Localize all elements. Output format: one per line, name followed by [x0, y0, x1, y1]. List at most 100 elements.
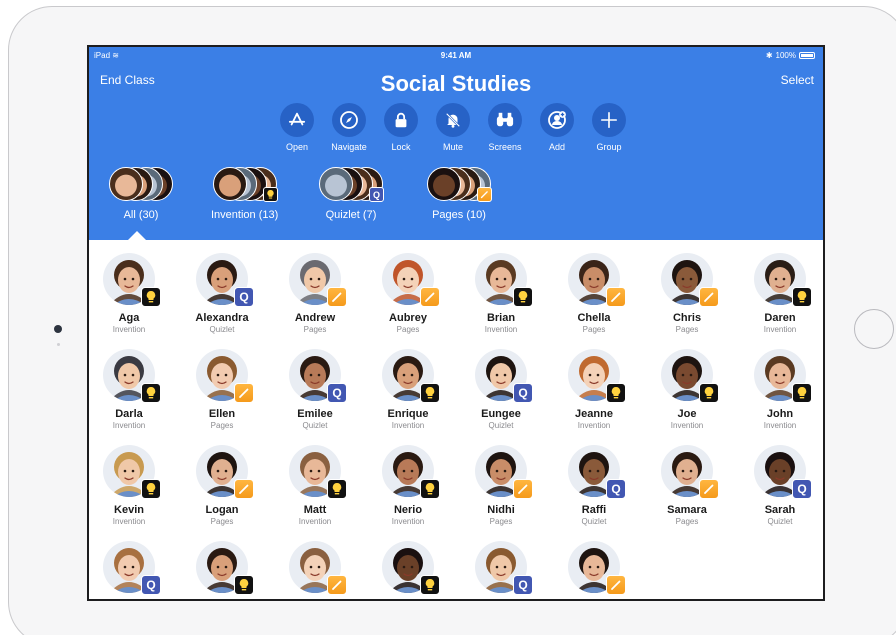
student-photo: [568, 349, 626, 403]
student-card[interactable]: [182, 541, 262, 595]
student-name: Darla: [115, 408, 143, 420]
class-title: Social Studies: [380, 71, 532, 96]
select-button[interactable]: Select: [781, 73, 814, 87]
mute-action-button[interactable]: Mute: [436, 103, 470, 152]
lock-action-button[interactable]: Lock: [384, 103, 418, 152]
student-aubrey[interactable]: Aubrey Pages: [368, 253, 448, 334]
student-app: Invention: [298, 517, 332, 526]
navigate-action-button[interactable]: Navigate: [331, 103, 367, 152]
student-photo: [103, 445, 161, 499]
student-name: Daren: [764, 312, 796, 324]
screens-action-button[interactable]: Screens: [488, 103, 522, 152]
student-matt[interactable]: Matt Invention: [275, 445, 355, 526]
student-aga[interactable]: Aga Invention: [89, 253, 169, 334]
student-john[interactable]: John Invention: [740, 349, 820, 430]
battery-percent: 100%: [775, 51, 796, 60]
student-photo: [661, 445, 719, 499]
invention-app-icon: [792, 287, 812, 307]
student-sarah[interactable]: Q Sarah Quizlet: [740, 445, 820, 526]
action-toolbar: Open Navigate Lock Mute Screens Add Group: [280, 103, 626, 152]
student-card[interactable]: Q: [461, 541, 541, 595]
student-photo: [289, 253, 347, 307]
group-quizlet[interactable]: Q Quizlet (7): [319, 167, 384, 221]
screens-action-label: Screens: [488, 142, 522, 152]
avatar: [427, 167, 461, 201]
student-name: Nerio: [393, 504, 423, 516]
student-ellen[interactable]: Ellen Pages: [182, 349, 262, 430]
pages-app-icon: [327, 287, 347, 307]
student-raffi[interactable]: Q Raffi Quizlet: [554, 445, 634, 526]
student-card[interactable]: [368, 541, 448, 595]
student-photo: Q: [475, 349, 533, 403]
student-emilee[interactable]: Q Emilee Quizlet: [275, 349, 355, 430]
student-chris[interactable]: Chris Pages: [647, 253, 727, 334]
quizlet-app-icon: Q: [513, 575, 533, 595]
student-chella[interactable]: Chella Pages: [554, 253, 634, 334]
student-app: Invention: [577, 421, 611, 430]
student-nerio[interactable]: Nerio Invention: [368, 445, 448, 526]
student-name: John: [766, 408, 794, 420]
student-eungee[interactable]: Q Eungee Quizlet: [461, 349, 541, 430]
pages-app-icon: [606, 287, 626, 307]
pages-app-icon: [234, 479, 254, 499]
student-app: Invention: [391, 421, 425, 430]
invention-app-icon: [141, 479, 161, 499]
group-invention[interactable]: Invention (13): [211, 167, 278, 221]
add-action-button[interactable]: Add: [540, 103, 574, 152]
student-photo: [289, 445, 347, 499]
student-card[interactable]: [554, 541, 634, 595]
quizlet-app-icon: Q: [234, 287, 254, 307]
group-pages[interactable]: Pages (10): [427, 167, 492, 221]
student-jeanne[interactable]: Jeanne Invention: [554, 349, 634, 430]
add-person-icon: [540, 103, 574, 137]
student-logan[interactable]: Logan Pages: [182, 445, 262, 526]
student-photo: [475, 445, 533, 499]
student-photo: [661, 253, 719, 307]
status-bar: iPad ≋ 9:41 AM ✱ 100%: [89, 51, 823, 63]
student-app: Quizlet: [209, 325, 235, 334]
student-photo: [196, 445, 254, 499]
student-app: Pages: [675, 325, 699, 334]
avatar: [109, 167, 143, 201]
student-brian[interactable]: Brian Invention: [461, 253, 541, 334]
student-andrew[interactable]: Andrew Pages: [275, 253, 355, 334]
student-kevin[interactable]: Kevin Invention: [89, 445, 169, 526]
pages-app-icon: [606, 575, 626, 595]
lock-action-label: Lock: [391, 142, 411, 152]
student-samara[interactable]: Samara Pages: [647, 445, 727, 526]
group-action-label: Group: [596, 142, 622, 152]
student-name: Brian: [486, 312, 516, 324]
student-daren[interactable]: Daren Invention: [740, 253, 820, 334]
student-photo: [754, 349, 812, 403]
student-app: Invention: [112, 517, 146, 526]
pages-app-icon: [699, 287, 719, 307]
student-card[interactable]: Q: [89, 541, 169, 595]
class-header: iPad ≋ 9:41 AM ✱ 100% End Class Social S…: [89, 47, 823, 240]
student-card[interactable]: [275, 541, 355, 595]
avatar-stack: [109, 167, 173, 203]
group-action-button[interactable]: Group: [592, 103, 626, 152]
home-button[interactable]: [854, 309, 894, 349]
student-name: Chris: [672, 312, 702, 324]
student-name: Enrique: [387, 408, 429, 420]
student-nidhi[interactable]: Nidhi Pages: [461, 445, 541, 526]
student-name: Samara: [667, 504, 707, 516]
student-darla[interactable]: Darla Invention: [89, 349, 169, 430]
student-name: Matt: [303, 504, 327, 516]
student-app: Invention: [670, 421, 704, 430]
invention-app-icon: [141, 383, 161, 403]
student-photo: Q: [103, 541, 161, 595]
student-alexandra[interactable]: Q Alexandra Quizlet: [182, 253, 262, 334]
avatar-stack: [212, 167, 278, 203]
open-action-label: Open: [285, 142, 309, 152]
student-photo: [661, 349, 719, 403]
student-joe[interactable]: Joe Invention: [647, 349, 727, 430]
open-action-button[interactable]: Open: [280, 103, 314, 152]
student-app: Invention: [112, 421, 146, 430]
group-all[interactable]: All (30): [109, 167, 173, 221]
invention-app-icon: [420, 575, 440, 595]
student-app: Invention: [484, 325, 518, 334]
invention-app-icon: [141, 287, 161, 307]
student-photo: [568, 541, 626, 595]
student-enrique[interactable]: Enrique Invention: [368, 349, 448, 430]
